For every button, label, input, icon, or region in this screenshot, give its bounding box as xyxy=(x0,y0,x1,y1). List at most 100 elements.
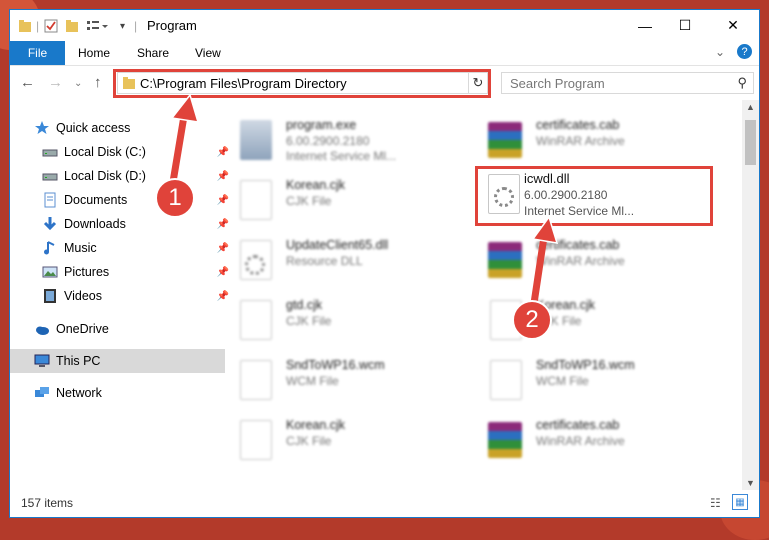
file-type: WCM File xyxy=(286,374,339,388)
drive-icon xyxy=(42,144,58,160)
separator: | xyxy=(36,19,40,33)
item-count: 157 items xyxy=(21,496,74,510)
tab-view[interactable]: View xyxy=(195,46,221,60)
tab-share[interactable]: Share xyxy=(137,46,169,60)
forward-button[interactable]: → xyxy=(48,74,63,91)
gear-icon xyxy=(245,255,265,275)
list-item[interactable]: program.exe 6.00.2900.2180 Internet Serv… xyxy=(230,116,450,166)
file-name: SndToWP16.wcm xyxy=(286,358,385,372)
file-name: certificates.cab xyxy=(536,118,620,132)
properties-icon[interactable] xyxy=(44,18,58,34)
sidebar-item-label: Videos xyxy=(64,289,102,303)
sidebar-item-label: OneDrive xyxy=(56,322,109,336)
cloud-icon xyxy=(34,321,50,337)
file-type: CJK File xyxy=(286,314,332,328)
winrar-archive-icon xyxy=(488,422,522,458)
title-bar: | ▾ | Program — ☐ ✕ xyxy=(10,10,759,41)
file-name: gtd.cjk xyxy=(286,298,323,312)
sidebar-item-label: Local Disk (C:) xyxy=(64,145,146,159)
folder-icon[interactable] xyxy=(18,18,32,34)
details-view-icon[interactable]: ☷ xyxy=(710,496,721,510)
list-item[interactable]: UpdateClient65.dll Resource DLL xyxy=(230,236,450,286)
file-name: SndToWP16.wcm xyxy=(536,358,635,372)
window-title: Program xyxy=(147,18,197,33)
file-name: Korean.cjk xyxy=(286,418,346,432)
file-name: program.exe xyxy=(286,118,357,132)
expand-ribbon-icon[interactable]: ⌄ xyxy=(715,45,725,59)
chevron-down-icon[interactable]: ▾ xyxy=(120,18,125,34)
back-button[interactable]: ← xyxy=(20,74,35,91)
list-item[interactable]: Korean.cjk CJK File xyxy=(230,176,450,226)
star-icon xyxy=(34,120,50,136)
download-icon xyxy=(42,216,58,232)
music-icon xyxy=(42,240,58,256)
sidebar-item-network[interactable]: Network xyxy=(10,381,225,405)
sidebar-item-pictures[interactable]: Pictures 📌 xyxy=(10,260,233,284)
file-icon xyxy=(240,300,272,340)
file-type: WCM File xyxy=(536,374,589,388)
scroll-thumb[interactable] xyxy=(745,120,756,165)
explorer-window: | ▾ | Program — ☐ ✕ File Home Share View… xyxy=(9,9,760,518)
sidebar-item-label: Downloads xyxy=(64,217,126,231)
up-button[interactable]: ↑ xyxy=(94,74,102,91)
file-type: CJK File xyxy=(286,194,332,208)
list-item[interactable]: certificates.cab WinRAR Archive xyxy=(480,416,700,466)
file-name: UpdateClient65.dll xyxy=(286,238,389,252)
sidebar-item-label: Music xyxy=(64,241,97,255)
tiles-view-icon[interactable]: ▦ xyxy=(732,494,748,510)
videos-icon xyxy=(42,288,58,304)
maximize-button[interactable]: ☐ xyxy=(662,10,708,41)
pictures-icon xyxy=(42,264,58,280)
scroll-down-arrow[interactable]: ▼ xyxy=(746,478,755,488)
callout-badge-1: 1 xyxy=(155,178,195,218)
file-icon xyxy=(240,180,272,220)
sidebar-item-label: Network xyxy=(56,386,102,400)
new-folder-icon[interactable] xyxy=(65,18,79,34)
file-icon xyxy=(240,360,272,400)
sidebar-item-this-pc[interactable]: This PC xyxy=(10,349,225,373)
file-list: program.exe 6.00.2900.2180 Internet Serv… xyxy=(215,100,740,490)
file-type: WinRAR Archive xyxy=(536,134,625,148)
file-name: Korean.cjk xyxy=(286,178,346,192)
tab-file[interactable]: File xyxy=(10,41,65,65)
callout-badge-2: 2 xyxy=(512,300,552,340)
search-placeholder: Search Program xyxy=(510,76,605,91)
sidebar-item-videos[interactable]: Videos 📌 xyxy=(10,284,233,308)
network-icon xyxy=(34,385,50,401)
list-item[interactable]: certificates.cab WinRAR Archive xyxy=(480,236,700,286)
file-name: certificates.cab xyxy=(536,418,620,432)
dll-file-icon xyxy=(240,240,272,280)
list-item[interactable]: SndToWP16.wcm WCM File xyxy=(230,356,450,406)
file-highlight-box xyxy=(475,166,713,226)
documents-icon xyxy=(42,192,58,208)
file-icon xyxy=(490,360,522,400)
scroll-up-arrow[interactable]: ▲ xyxy=(746,102,755,112)
file-type: CJK File xyxy=(286,434,332,448)
winrar-archive-icon xyxy=(488,122,522,158)
list-item[interactable]: gtd.cjk CJK File xyxy=(230,296,450,346)
file-type: WinRAR Archive xyxy=(536,434,625,448)
drive-icon xyxy=(42,168,58,184)
sidebar-item-music[interactable]: Music 📌 xyxy=(10,236,233,260)
ribbon-tabs: File Home Share View ⌄ ? xyxy=(10,41,759,66)
search-icon: ⚲ xyxy=(737,75,747,90)
file-description: Internet Service Ml... xyxy=(286,149,397,163)
list-item[interactable]: certificates.cab WinRAR Archive xyxy=(480,116,700,166)
close-button[interactable]: ✕ xyxy=(710,10,756,41)
list-item[interactable]: SndToWP16.wcm WCM File xyxy=(480,356,700,406)
sidebar-item-onedrive[interactable]: OneDrive xyxy=(10,317,225,341)
separator: | xyxy=(134,19,138,33)
view-options-icon[interactable] xyxy=(86,18,108,34)
tab-home[interactable]: Home xyxy=(78,46,110,60)
file-version: 6.00.2900.2180 xyxy=(286,134,370,148)
sidebar-item-label: This PC xyxy=(56,354,101,368)
help-icon[interactable]: ? xyxy=(737,44,752,59)
recent-locations-icon[interactable]: ⌄ xyxy=(74,78,82,89)
pc-icon xyxy=(34,353,50,369)
list-item[interactable]: Korean.cjk CJK File xyxy=(230,416,450,466)
vertical-scrollbar[interactable]: ▲ ▼ xyxy=(742,100,759,490)
file-icon xyxy=(240,420,272,460)
sidebar-item-label: Quick access xyxy=(56,121,131,135)
sidebar-item-label: Documents xyxy=(64,193,128,207)
search-input[interactable]: Search Program ⚲ xyxy=(501,72,754,94)
